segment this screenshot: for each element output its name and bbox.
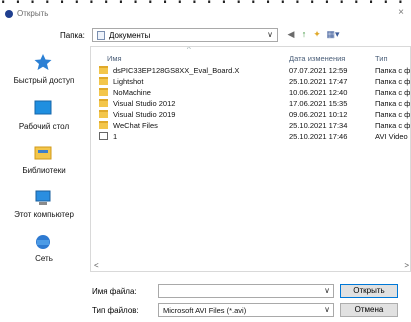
sidebar-item-quick-access[interactable]: Быстрый доступ	[0, 50, 88, 90]
file-modified: 25.10.2021 17:47	[289, 77, 348, 86]
window-title: Открыть	[17, 9, 49, 18]
filename-input[interactable]: ∨	[158, 284, 334, 298]
new-folder-icon[interactable]: ✦	[312, 28, 322, 41]
folder-icon	[99, 88, 108, 96]
folder-icon	[99, 77, 108, 85]
star-icon	[34, 54, 52, 70]
file-list[interactable]: ^ Имя Дата изменения Тип dsPIC33EP128GS8…	[90, 46, 411, 272]
table-row[interactable]: 1 25.10.2021 17:46 AVI Video	[91, 131, 410, 142]
file-type: Папка с ф	[375, 121, 411, 130]
file-name: 1	[113, 132, 118, 141]
network-icon	[36, 235, 50, 249]
sidebar-label: Рабочий стол	[18, 122, 70, 131]
file-type: Папка с ф	[375, 88, 411, 97]
file-name: WeChat Files	[113, 121, 158, 130]
close-icon[interactable]: ×	[395, 7, 407, 19]
file-modified: 07.07.2021 12:59	[289, 66, 348, 75]
sidebar-item-this-pc[interactable]: Этот компьютер	[0, 186, 88, 226]
scroll-left-icon[interactable]: <	[94, 261, 99, 270]
list-header: ^ Имя Дата изменения Тип	[91, 47, 410, 65]
column-name[interactable]: Имя	[107, 54, 122, 63]
folder-icon	[99, 99, 108, 107]
sidebar-label: Сеть	[35, 254, 53, 263]
sidebar-label: Быстрый доступ	[13, 76, 75, 85]
table-row[interactable]: dsPIC33EP128GS8XX_Eval_Board.X 07.07.2021…	[91, 65, 410, 76]
chevron-down-icon: ∨	[324, 286, 330, 295]
file-type: Папка с ф	[375, 66, 411, 75]
view-menu-icon[interactable]: ▦▾	[325, 28, 341, 41]
sidebar-label: Библиотеки	[22, 166, 66, 175]
file-modified: 25.10.2021 17:46	[289, 132, 348, 141]
sidebar-item-libraries[interactable]: Библиотеки	[0, 140, 88, 180]
file-name: Lightshot	[113, 77, 144, 86]
sidebar-item-desktop[interactable]: Рабочий стол	[0, 96, 88, 136]
column-type[interactable]: Тип	[375, 54, 388, 63]
folder-label: Папка:	[60, 31, 85, 40]
horizontal-scrollbar[interactable]: < >	[90, 261, 411, 272]
file-name: NoMachine	[113, 88, 151, 97]
filename-label: Имя файла:	[92, 287, 137, 296]
file-type: Папка с ф	[375, 77, 411, 86]
up-folder-icon[interactable]: ↑	[299, 28, 309, 41]
table-row[interactable]: Visual Studio 2012 17.06.2021 15:35 Папка …	[91, 98, 410, 109]
chevron-down-icon: ∨	[324, 305, 330, 314]
chevron-down-icon: ∨	[267, 30, 273, 39]
libraries-icon	[34, 146, 52, 160]
file-modified: 10.06.2021 12:40	[289, 88, 348, 97]
folder-icon	[99, 110, 108, 118]
file-type: Папка с ф	[375, 99, 411, 108]
file-modified: 25.10.2021 17:34	[289, 121, 348, 130]
file-name: Visual Studio 2012	[113, 99, 176, 108]
folder-icon	[99, 121, 108, 129]
column-modified[interactable]: Дата изменения	[289, 54, 345, 63]
file-modified: 09.06.2021 10:12	[289, 110, 348, 119]
desktop-icon	[34, 100, 52, 115]
table-row[interactable]: Visual Studio 2019 09.06.2021 10:12 Папка …	[91, 109, 410, 120]
filetype-select[interactable]: Microsoft AVI Files (*.avi) ∨	[158, 303, 334, 317]
sidebar-label: Этот компьютер	[14, 210, 74, 219]
sidebar-item-network[interactable]: Сеть	[0, 230, 88, 270]
file-name: Visual Studio 2019	[113, 110, 176, 119]
table-row[interactable]: NoMachine 10.06.2021 12:40 Папка с ф	[91, 87, 410, 98]
title-bar: Открыть ×	[0, 6, 411, 24]
open-button[interactable]: Открыть	[340, 284, 398, 298]
folder-icon	[99, 66, 108, 74]
filetype-value: Microsoft AVI Files (*.avi)	[163, 306, 247, 315]
folder-select[interactable]: Документы ∨	[92, 28, 278, 42]
file-name: dsPIC33EP128GS8XX_Eval_Board.X	[113, 66, 240, 75]
cancel-button[interactable]: Отмена	[340, 303, 398, 317]
filetype-label: Тип файлов:	[92, 306, 139, 315]
table-row[interactable]: Lightshot 25.10.2021 17:47 Папка с ф	[91, 76, 410, 87]
table-row[interactable]: WeChat Files 25.10.2021 17:34 Папка с ф	[91, 120, 410, 131]
documents-icon	[97, 31, 105, 40]
video-file-icon	[99, 132, 108, 140]
back-icon[interactable]: ◀	[286, 28, 296, 41]
computer-icon	[35, 190, 51, 205]
bottom-bar: Имя файла: ∨ Открыть Тип файлов: Microso…	[0, 278, 411, 322]
sort-arrow-icon: ^	[187, 46, 191, 54]
app-icon	[5, 10, 13, 18]
scroll-right-icon[interactable]: >	[404, 261, 409, 270]
file-type: AVI Video	[375, 132, 408, 141]
file-type: Папка с ф	[375, 110, 411, 119]
navigation-sidebar: Быстрый доступ Рабочий стол Библиотеки Э…	[0, 46, 88, 310]
file-modified: 17.06.2021 15:35	[289, 99, 348, 108]
folder-value: Документы	[109, 31, 151, 40]
